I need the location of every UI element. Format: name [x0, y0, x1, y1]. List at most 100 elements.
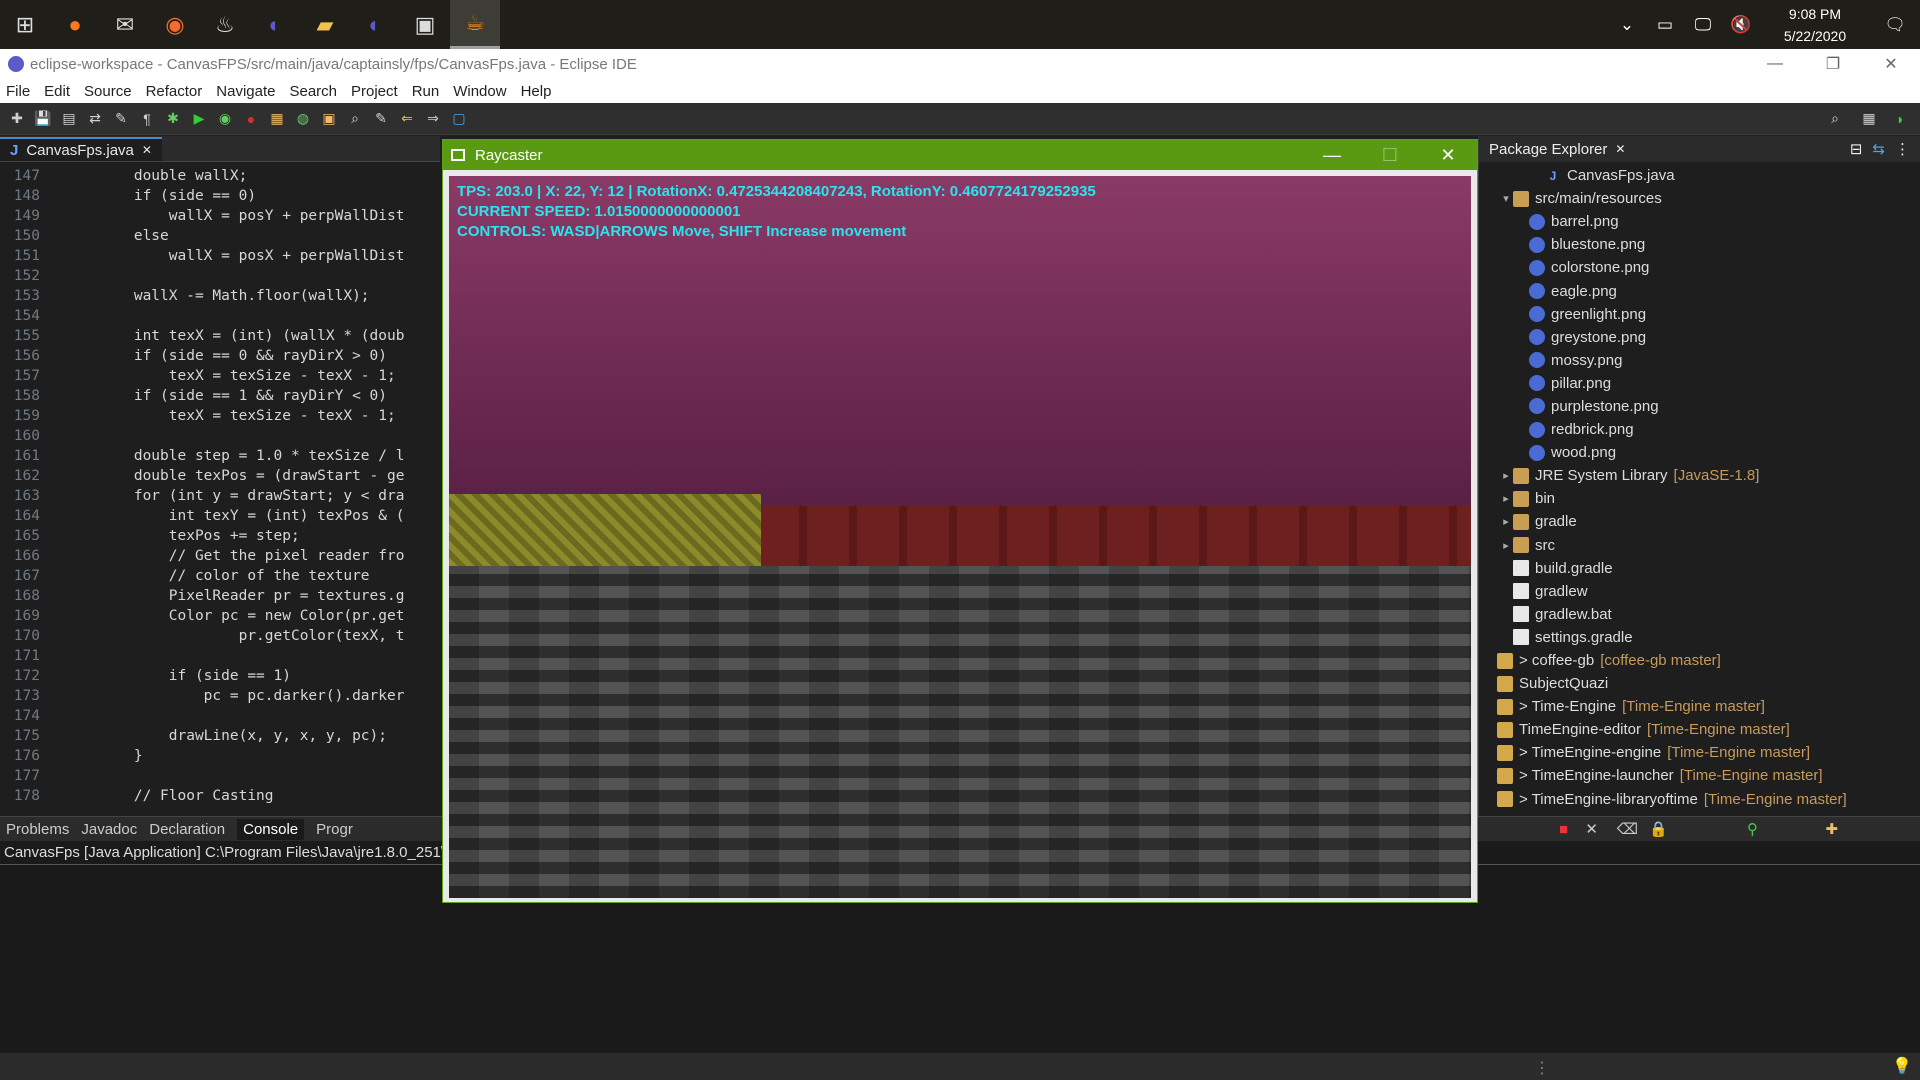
- code-area[interactable]: 147 double wallX; 148 if (side == 0) 149 w…: [0, 162, 440, 806]
- clear-console-icon[interactable]: ⌫: [1617, 820, 1638, 838]
- link-editor-icon[interactable]: ⇆: [1872, 140, 1885, 158]
- tree-item[interactable]: gradlew.bat: [1479, 603, 1920, 626]
- raycaster-close-button[interactable]: ✕: [1419, 140, 1477, 170]
- eclipse-2-icon[interactable]: ◐: [350, 0, 400, 49]
- open-type-icon[interactable]: ▣: [318, 108, 340, 130]
- tree-item[interactable]: ▸ bin: [1479, 487, 1920, 510]
- tree-item[interactable]: wood.png: [1479, 441, 1920, 464]
- tree-item[interactable]: > coffee-gb [coffee-gb master]: [1479, 649, 1920, 672]
- menu-file[interactable]: File: [6, 83, 30, 100]
- tree-item[interactable]: ▸ src: [1479, 534, 1920, 557]
- new-icon[interactable]: ✚: [6, 108, 28, 130]
- menu-search[interactable]: Search: [289, 83, 337, 100]
- tree-item[interactable]: > TimeEngine-launcher [Time-Engine master…: [1479, 764, 1920, 787]
- windows-start-icon[interactable]: ⊞: [0, 0, 50, 49]
- origin-icon[interactable]: ◉: [150, 0, 200, 49]
- tree-item[interactable]: > Time-Engine [Time-Engine master]: [1479, 695, 1920, 718]
- file-explorer-icon[interactable]: ▰: [300, 0, 350, 49]
- game-viewport[interactable]: TPS: 203.0 | X: 22, Y: 12 | RotationX: 0…: [449, 176, 1471, 898]
- tree-item[interactable]: colorstone.png: [1479, 256, 1920, 279]
- open-console-icon[interactable]: ✚: [1825, 820, 1838, 838]
- firefox-icon[interactable]: ●: [50, 0, 100, 49]
- toggle-icon[interactable]: ⇄: [84, 108, 106, 130]
- save-icon[interactable]: 💾: [32, 108, 54, 130]
- close-tab-icon[interactable]: ✕: [142, 143, 152, 157]
- chevron-up-icon[interactable]: ⌄: [1608, 15, 1646, 35]
- pilcrow-icon[interactable]: ¶: [136, 108, 158, 130]
- clock[interactable]: 9:08 PM 5/22/2020: [1760, 3, 1870, 47]
- menu-help[interactable]: Help: [521, 83, 552, 100]
- tree-item[interactable]: redbrick.png: [1479, 418, 1920, 441]
- back-icon[interactable]: ⇐: [396, 108, 418, 130]
- minimize-button[interactable]: —: [1746, 49, 1804, 79]
- search-icon[interactable]: ⌕: [344, 108, 366, 130]
- annotation-icon[interactable]: ✎: [370, 108, 392, 130]
- tree-item[interactable]: eagle.png: [1479, 279, 1920, 302]
- tree-item[interactable]: > TimeEngine-engine [Time-Engine master]: [1479, 741, 1920, 764]
- tree-item[interactable]: ▾ src/main/resources: [1479, 187, 1920, 210]
- tip-lightbulb-icon[interactable]: 💡: [1892, 1056, 1912, 1076]
- eclipse-icon[interactable]: ◐: [250, 0, 300, 49]
- expand-arrow-icon[interactable]: ▸: [1499, 492, 1513, 505]
- menu-run[interactable]: Run: [412, 83, 440, 100]
- run-icon[interactable]: ▶: [188, 108, 210, 130]
- new-package-icon[interactable]: ▦: [266, 108, 288, 130]
- expand-arrow-icon[interactable]: ▾: [1499, 192, 1513, 205]
- tree-item[interactable]: purplestone.png: [1479, 395, 1920, 418]
- remove-launch-icon[interactable]: ✕: [1585, 820, 1598, 838]
- raycaster-maximize-button[interactable]: ☐: [1361, 140, 1419, 170]
- external-tools-icon[interactable]: ●: [240, 108, 262, 130]
- tab-console[interactable]: Console: [237, 818, 305, 840]
- menu-edit[interactable]: Edit: [44, 83, 70, 100]
- tree-item[interactable]: ▸ gradle: [1479, 510, 1920, 533]
- maximize-button[interactable]: ❐: [1804, 49, 1862, 79]
- close-view-icon[interactable]: ✕: [1615, 142, 1625, 156]
- tree-item[interactable]: > TimeEngine-libraryoftime [Time-Engine m…: [1479, 788, 1920, 811]
- tree-item[interactable]: ▸ JRE System Library [JavaSE-1.8]: [1479, 464, 1920, 487]
- tree-item[interactable]: gradlew: [1479, 580, 1920, 603]
- raycaster-minimize-button[interactable]: —: [1303, 140, 1361, 170]
- tree-item[interactable]: build.gradle: [1479, 557, 1920, 580]
- collapse-all-icon[interactable]: ⊟: [1850, 140, 1863, 158]
- coverage-icon[interactable]: ◉: [214, 108, 236, 130]
- expand-arrow-icon[interactable]: ▸: [1499, 539, 1513, 552]
- tree-item[interactable]: SubjectQuazi: [1479, 672, 1920, 695]
- java-perspective-icon[interactable]: ◑: [1888, 108, 1910, 130]
- quick-access-icon[interactable]: ⌕: [1824, 108, 1846, 130]
- tree-item[interactable]: mossy.png: [1479, 349, 1920, 372]
- forward-icon[interactable]: ⇒: [422, 108, 444, 130]
- tab-progress[interactable]: Progr: [316, 821, 353, 838]
- tree-item[interactable]: greystone.png: [1479, 326, 1920, 349]
- tree-item[interactable]: J CanvasFps.java: [1479, 164, 1920, 187]
- new-class-icon[interactable]: ◍: [292, 108, 314, 130]
- raycaster-title-bar[interactable]: Raycaster — ☐ ✕: [443, 140, 1477, 170]
- close-button[interactable]: ✕: [1862, 49, 1920, 79]
- steam-icon[interactable]: ♨: [200, 0, 250, 49]
- notifications-icon[interactable]: 🗨: [1870, 15, 1920, 35]
- volume-muted-icon[interactable]: 🔇: [1722, 15, 1760, 35]
- network-icon[interactable]: 🖵: [1684, 15, 1722, 35]
- tree-item[interactable]: settings.gradle: [1479, 626, 1920, 649]
- tab-problems[interactable]: Problems: [6, 821, 69, 838]
- battery-icon[interactable]: ▭: [1646, 15, 1684, 35]
- remote-desktop-icon[interactable]: ▣: [400, 0, 450, 49]
- terminate-icon[interactable]: ■: [1559, 821, 1568, 838]
- menu-source[interactable]: Source: [84, 83, 132, 100]
- save-all-icon[interactable]: ▤: [58, 108, 80, 130]
- pen-icon[interactable]: ✎: [110, 108, 132, 130]
- expand-arrow-icon[interactable]: ▸: [1499, 469, 1513, 482]
- tree-item[interactable]: greenlight.png: [1479, 303, 1920, 326]
- tree-item[interactable]: pillar.png: [1479, 372, 1920, 395]
- tab-declaration[interactable]: Declaration: [149, 821, 225, 838]
- view-menu-icon[interactable]: ⋮: [1895, 140, 1910, 158]
- expand-arrow-icon[interactable]: ▸: [1499, 515, 1513, 528]
- tree-item[interactable]: barrel.png: [1479, 210, 1920, 233]
- menu-refactor[interactable]: Refactor: [146, 83, 203, 100]
- mail-icon[interactable]: ✉: [100, 0, 150, 49]
- java-app-icon[interactable]: ☕: [450, 0, 500, 49]
- pin-console-icon[interactable]: ⚲: [1747, 820, 1758, 838]
- tree-item[interactable]: bluestone.png: [1479, 233, 1920, 256]
- menu-window[interactable]: Window: [453, 83, 506, 100]
- menu-navigate[interactable]: Navigate: [216, 83, 275, 100]
- open-perspective-icon[interactable]: ▦: [1858, 108, 1880, 130]
